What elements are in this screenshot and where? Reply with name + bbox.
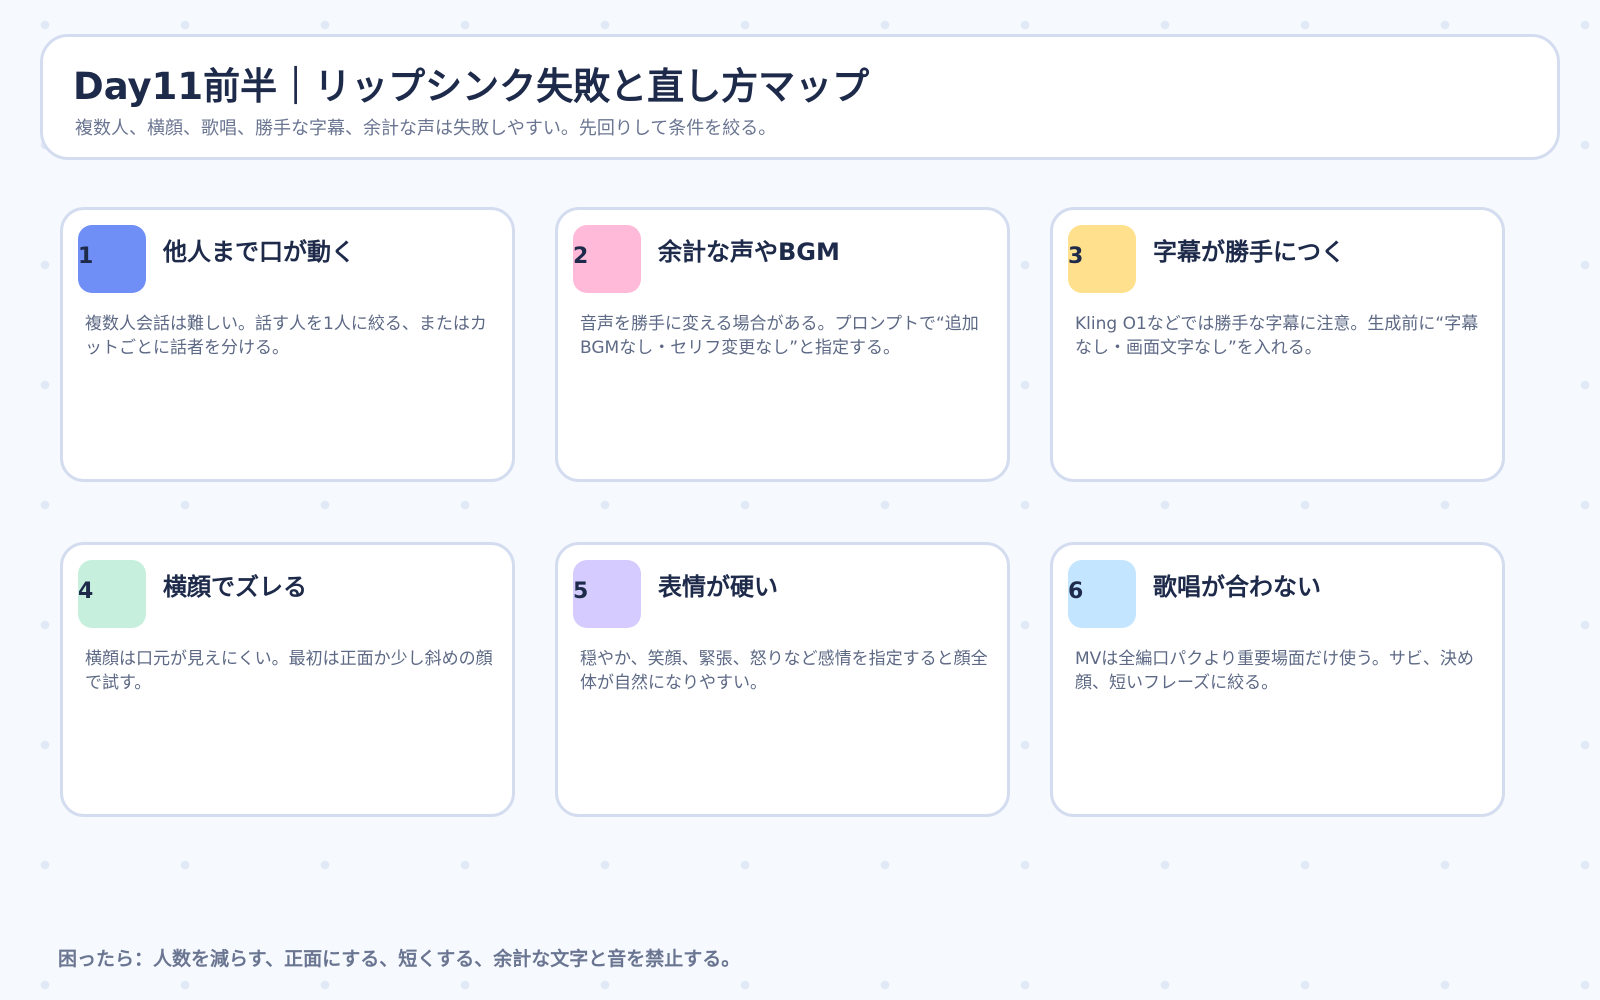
card-title: 他人まで口が動く xyxy=(163,238,355,266)
card-number: 2 xyxy=(573,244,589,269)
card-description: Kling O1などでは勝手な字幕に注意。生成前に“字幕なし・画面文字なし”を入… xyxy=(1075,314,1479,358)
card-description: 横顔は口元が見えにくい。最初は正面か少し斜めの顔で試す。 xyxy=(85,649,493,693)
card-number: 4 xyxy=(78,579,94,604)
card-title: 余計な声やBGM xyxy=(658,238,840,266)
issue-card-1: 1 他人まで口が動く 複数人会話は難しい。話す人を1人に絞る、またはカットごとに… xyxy=(60,207,515,482)
issue-card-2: 2 余計な声やBGM 音声を勝手に変える場合がある。プロンプトで“追加BGMなし… xyxy=(555,207,1010,482)
card-title: 横顔でズレる xyxy=(163,573,307,601)
card-description: MVは全編口パクより重要場面だけ使う。サビ、決め顔、短いフレーズに絞る。 xyxy=(1075,649,1474,693)
card-number: 1 xyxy=(78,244,94,269)
card-title: 表情が硬い xyxy=(658,573,778,601)
card-description: 音声を勝手に変える場合がある。プロンプトで“追加BGMなし・セリフ変更なし”と指… xyxy=(580,314,979,358)
card-number: 6 xyxy=(1068,579,1084,604)
page-subtitle: 複数人、横顔、歌唱、勝手な字幕、余計な声は失敗しやすい。先回りして条件を絞る。 xyxy=(75,118,777,139)
card-number: 3 xyxy=(1068,244,1084,269)
issue-card-3: 3 字幕が勝手につく Kling O1などでは勝手な字幕に注意。生成前に“字幕な… xyxy=(1050,207,1505,482)
issue-card-6: 6 歌唱が合わない MVは全編口パクより重要場面だけ使う。サビ、決め顔、短いフレ… xyxy=(1050,542,1505,817)
card-title: 字幕が勝手につく xyxy=(1153,238,1345,266)
issue-card-4: 4 横顔でズレる 横顔は口元が見えにくい。最初は正面か少し斜めの顔で試す。 xyxy=(60,542,515,817)
header-panel: Day11前半｜リップシンク失敗と直し方マップ 複数人、横顔、歌唱、勝手な字幕、… xyxy=(40,34,1560,160)
page-title: Day11前半｜リップシンク失敗と直し方マップ xyxy=(73,65,870,108)
issue-card-5: 5 表情が硬い 穏やか、笑顔、緊張、怒りなど感情を指定すると顔全体が自然になりや… xyxy=(555,542,1010,817)
card-description: 穏やか、笑顔、緊張、怒りなど感情を指定すると顔全体が自然になりやすい。 xyxy=(580,649,988,693)
footer-tip: 困ったら：人数を減らす、正面にする、短くする、余計な文字と音を禁止する。 xyxy=(58,948,741,970)
card-description: 複数人会話は難しい。話す人を1人に絞る、またはカットごとに話者を分ける。 xyxy=(85,314,487,358)
card-number: 5 xyxy=(573,579,589,604)
card-title: 歌唱が合わない xyxy=(1153,573,1321,601)
